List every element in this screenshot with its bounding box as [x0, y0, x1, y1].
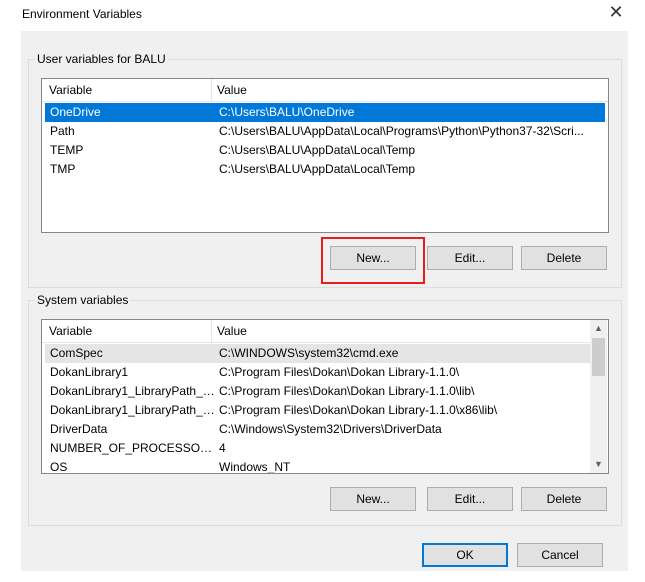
column-divider[interactable] [211, 320, 212, 342]
table-row[interactable]: OS Windows_NT [45, 458, 590, 474]
user-variables-list[interactable]: Variable Value OneDrive C:\Users\BALU\On… [41, 78, 609, 233]
table-row[interactable]: DokanLibrary1 C:\Program Files\Dokan\Dok… [45, 363, 590, 382]
table-row[interactable]: Path C:\Users\BALU\AppData\Local\Program… [45, 122, 605, 141]
column-header-variable[interactable]: Variable [49, 320, 92, 342]
vertical-scrollbar[interactable]: ▲ ▼ [590, 320, 607, 473]
column-divider[interactable] [211, 79, 212, 101]
table-row[interactable]: NUMBER_OF_PROCESSORS 4 [45, 439, 590, 458]
cell-variable: NUMBER_OF_PROCESSORS [50, 441, 215, 455]
cell-value: C:\Users\BALU\AppData\Local\Temp [219, 162, 416, 176]
table-row[interactable]: TEMP C:\Users\BALU\AppData\Local\Temp [45, 141, 605, 160]
cancel-button[interactable]: Cancel [517, 543, 603, 567]
table-row[interactable]: OneDrive C:\Users\BALU\OneDrive [45, 103, 605, 122]
scroll-up-icon[interactable]: ▲ [590, 320, 607, 337]
cell-variable: ComSpec [50, 346, 103, 360]
scroll-thumb[interactable] [592, 338, 605, 376]
column-header-variable[interactable]: Variable [49, 79, 92, 101]
cell-value: C:\Windows\System32\Drivers\DriverData [219, 422, 442, 436]
cell-variable: DokanLibrary1 [50, 365, 129, 379]
cell-value: 4 [219, 441, 226, 455]
ok-button[interactable]: OK [422, 543, 508, 567]
system-edit-button[interactable]: Edit... [427, 487, 513, 511]
scroll-down-icon[interactable]: ▼ [590, 456, 607, 473]
system-variables-label: System variables [35, 293, 131, 307]
user-variables-label: User variables for BALU [35, 52, 168, 66]
cell-variable: Path [50, 124, 75, 138]
user-variables-rows: OneDrive C:\Users\BALU\OneDrive Path C:\… [42, 102, 608, 179]
cell-value: C:\Users\BALU\OneDrive [219, 105, 355, 119]
window-title: Environment Variables [22, 7, 142, 21]
cell-value: C:\Users\BALU\AppData\Local\Programs\Pyt… [219, 124, 584, 138]
user-edit-button[interactable]: Edit... [427, 246, 513, 270]
table-row[interactable]: DokanLibrary1_LibraryPath_x... C:\Progra… [45, 382, 590, 401]
cell-value: C:\WINDOWS\system32\cmd.exe [219, 346, 399, 360]
cell-value: C:\Users\BALU\AppData\Local\Temp [219, 143, 416, 157]
list-header: Variable Value [42, 79, 608, 102]
table-row[interactable]: DokanLibrary1_LibraryPath_x... C:\Progra… [45, 401, 590, 420]
cell-value: Windows_NT [219, 460, 291, 474]
table-row[interactable]: TMP C:\Users\BALU\AppData\Local\Temp [45, 160, 605, 179]
cell-variable: OneDrive [50, 105, 101, 119]
user-delete-button[interactable]: Delete [521, 246, 607, 270]
system-variables-rows: ComSpec C:\WINDOWS\system32\cmd.exe Doka… [42, 343, 590, 474]
table-row[interactable]: DriverData C:\Windows\System32\Drivers\D… [45, 420, 590, 439]
column-header-value[interactable]: Value [217, 320, 247, 342]
cell-variable: OS [50, 460, 68, 474]
cell-variable: TEMP [50, 143, 84, 157]
system-delete-button[interactable]: Delete [521, 487, 607, 511]
cell-variable: DokanLibrary1_LibraryPath_x... [50, 403, 215, 417]
cell-variable: DriverData [50, 422, 108, 436]
cell-variable: DokanLibrary1_LibraryPath_x... [50, 384, 215, 398]
column-header-value[interactable]: Value [217, 79, 247, 101]
cell-value: C:\Program Files\Dokan\Dokan Library-1.1… [219, 365, 460, 379]
cell-variable: TMP [50, 162, 76, 176]
list-header: Variable Value [42, 320, 590, 343]
user-new-button[interactable]: New... [330, 246, 416, 270]
system-new-button[interactable]: New... [330, 487, 416, 511]
cell-value: C:\Program Files\Dokan\Dokan Library-1.1… [219, 384, 475, 398]
system-variables-list[interactable]: Variable Value ComSpec C:\WINDOWS\system… [41, 319, 609, 474]
table-row[interactable]: ComSpec C:\WINDOWS\system32\cmd.exe [45, 344, 590, 363]
close-icon[interactable]: ✕ [606, 3, 626, 23]
cell-value: C:\Program Files\Dokan\Dokan Library-1.1… [219, 403, 498, 417]
